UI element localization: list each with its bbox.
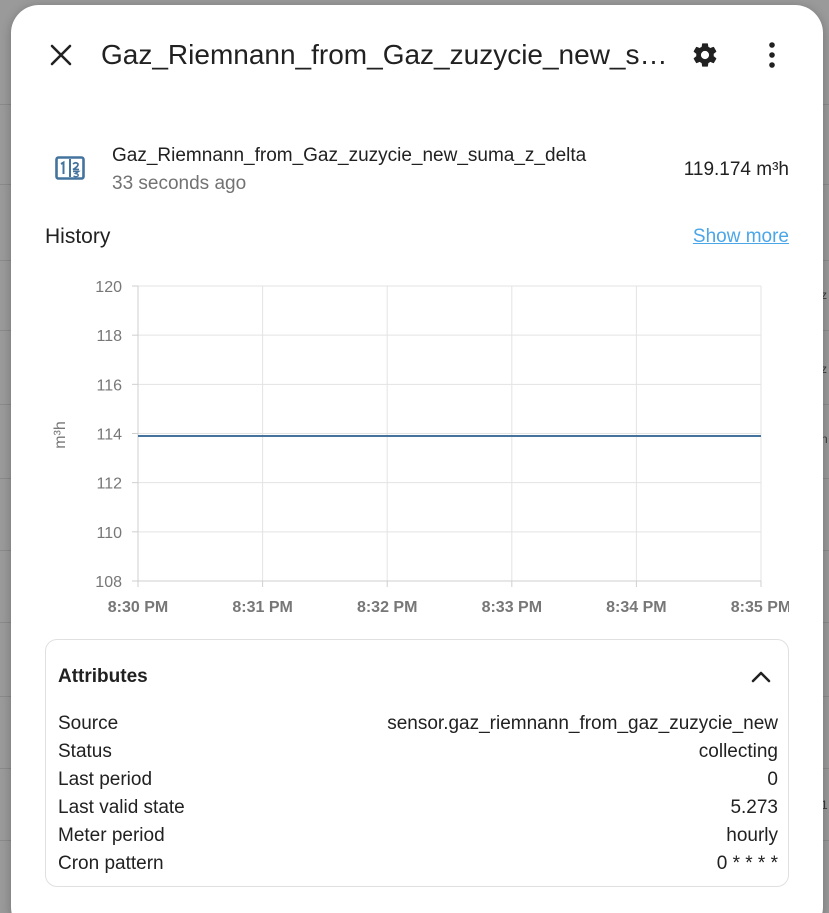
entity-last-changed: 33 seconds ago [112, 173, 247, 194]
y-tick-label: 118 [96, 328, 122, 345]
y-tick-label: 120 [95, 279, 122, 296]
x-tick-label: 8:30 PM [108, 599, 168, 616]
attributes-title: Attributes [58, 666, 148, 687]
entity-state: 119.174 m³h [683, 159, 789, 180]
y-tick-label: 114 [96, 427, 122, 444]
attribute-label: Last valid state [58, 797, 185, 818]
y-tick-label: 110 [96, 525, 122, 542]
attribute-value: 5.273 [730, 797, 778, 818]
x-tick-label: 8:32 PM [357, 599, 417, 616]
attribute-value: sensor.gaz_riemnann_from_gaz_zuzycie_new [387, 713, 778, 734]
attribute-label: Cron pattern [58, 853, 164, 874]
attributes-card: Attributes Source sensor.gaz_riemnann_fr… [45, 639, 789, 887]
show-more-link[interactable]: Show more [693, 226, 789, 248]
attribute-value: 0 [767, 769, 778, 790]
counter-icon [55, 156, 85, 180]
y-axis-label: m³h [52, 421, 69, 449]
entity-row[interactable]: Gaz_Riemnann_from_Gaz_zuzycie_new_suma_z… [45, 137, 789, 197]
more-options-button[interactable] [752, 35, 792, 75]
attribute-row: Status collecting [58, 738, 778, 766]
x-tick-label: 8:35 PM [731, 599, 789, 616]
attribute-row: Source sensor.gaz_riemnann_from_gaz_zuzy… [58, 710, 778, 738]
attribute-row: Meter period hourly [58, 822, 778, 850]
y-tick-label: 116 [96, 377, 122, 394]
y-tick-label: 108 [95, 574, 122, 591]
more-info-dialog: Gaz_Riemnann_from_Gaz_zuzycie_new_suma_z… [11, 5, 823, 913]
attribute-value: 0 * * * * [716, 853, 778, 874]
entity-name: Gaz_Riemnann_from_Gaz_zuzycie_new_suma_z… [112, 145, 587, 166]
attribute-row: Cron pattern 0 * * * * [58, 850, 778, 878]
close-icon [50, 44, 72, 66]
gear-icon [693, 43, 717, 67]
history-chart[interactable]: 120 118 116 114 112 110 108 8:30 PM 8:31 PM 8:32 … [45, 267, 789, 627]
attribute-value: collecting [698, 741, 778, 762]
attribute-label: Last period [58, 769, 153, 790]
attribute-row: Last period 0 [58, 766, 778, 794]
x-tick-label: 8:33 PM [482, 599, 542, 616]
dialog-title: Gaz_Riemnann_from_Gaz_zuzycie_new_suma_z… [101, 39, 671, 70]
x-tick-label: 8:34 PM [606, 599, 666, 616]
dots-vertical-icon [769, 42, 775, 68]
settings-button[interactable] [685, 35, 725, 75]
y-tick-label: 112 [96, 476, 122, 493]
x-tick-label: 8:31 PM [232, 599, 292, 616]
history-title: History [45, 225, 111, 248]
attributes-list: Source sensor.gaz_riemnann_from_gaz_zuzy… [58, 710, 778, 878]
attributes-collapse-button[interactable] [746, 662, 776, 692]
attribute-value: hourly [726, 825, 778, 846]
attribute-row: Last valid state 5.273 [58, 794, 778, 822]
chevron-up-icon [751, 671, 771, 683]
attribute-label: Meter period [58, 825, 165, 846]
attribute-label: Status [58, 741, 112, 762]
attribute-label: Source [58, 713, 119, 734]
close-button[interactable] [41, 35, 81, 75]
